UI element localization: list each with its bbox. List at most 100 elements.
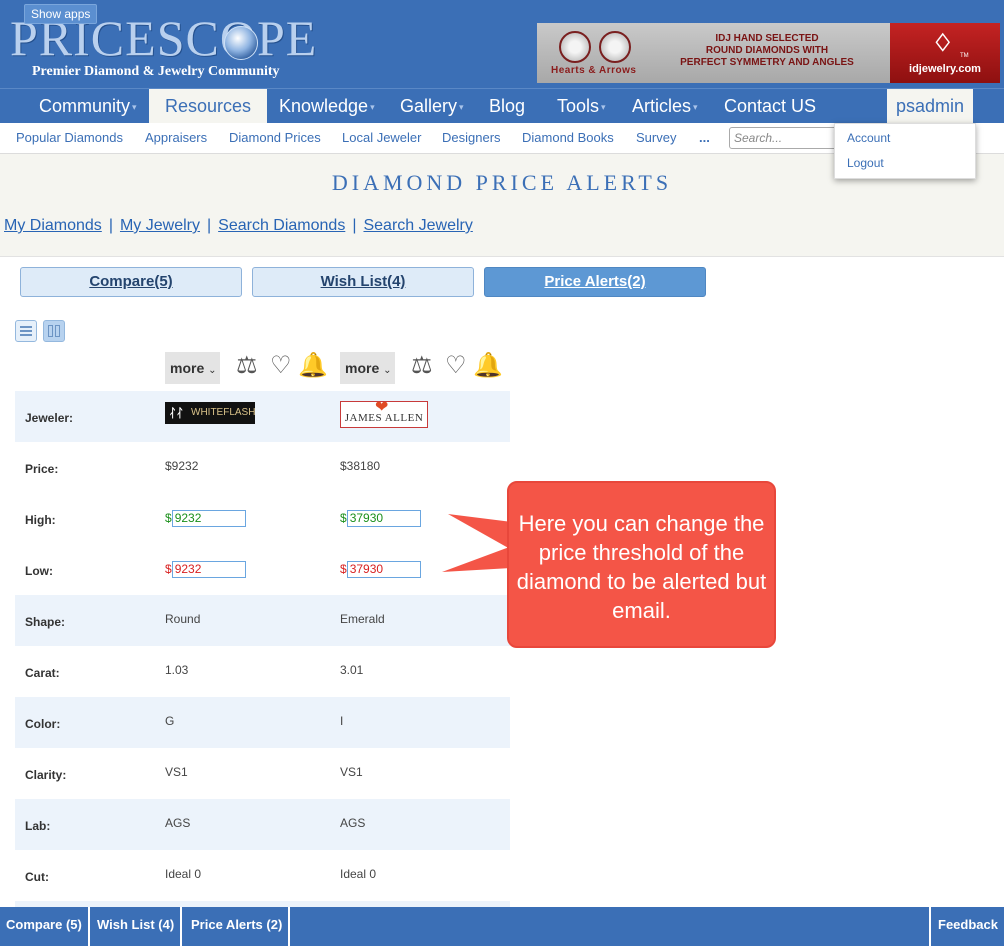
more-button[interactable]: more ⌄ — [165, 352, 220, 384]
subnav-appraisers[interactable]: Appraisers — [145, 123, 207, 153]
james-allen-logo[interactable]: ❤ JAMES ALLEN — [340, 399, 428, 428]
clarity-value: VS1 — [340, 765, 363, 779]
list-line — [20, 326, 32, 328]
subnav-popular-diamonds[interactable]: Popular Diamonds — [16, 123, 123, 153]
ad-right-panel: ♢ TM idjewelry.com — [890, 23, 1000, 83]
nav-label: Community — [39, 96, 131, 116]
link-search-jewelry[interactable]: Search Jewelry — [363, 217, 472, 234]
footer-price-alerts[interactable]: Price Alerts (2) — [185, 907, 291, 946]
menu-item-logout[interactable]: Logout — [847, 156, 884, 170]
carat-value: 3.01 — [340, 663, 364, 677]
grid-view-icon[interactable] — [43, 320, 65, 342]
color-value: G — [165, 714, 175, 728]
heart-logo-icon: ❤ — [375, 399, 389, 416]
heart-icon[interactable]: ♡ — [270, 353, 292, 379]
separator: | — [108, 217, 113, 234]
callout-tail-bottom — [442, 546, 512, 572]
table-row: Cut: Ideal 0 Ideal 0 — [15, 850, 510, 901]
chevron-down-icon: ▾ — [132, 101, 137, 112]
high-threshold-input[interactable]: 9232 — [171, 510, 246, 527]
whiteflash-logo[interactable]: ᛮᛮ WHITEFLASH — [165, 402, 255, 424]
subnav-survey[interactable]: Survey — [636, 123, 676, 153]
ad-copy: IDJ HAND SELECTED ROUND DIAMONDS WITH PE… — [657, 33, 877, 69]
shape-value: Emerald — [340, 612, 385, 626]
subnav-diamond-prices[interactable]: Diamond Prices — [229, 123, 321, 153]
more-label: more — [170, 360, 205, 376]
subnav-more[interactable]: ... — [699, 123, 710, 153]
currency-symbol: $ — [165, 511, 172, 525]
table-row: Color: G I — [15, 697, 510, 748]
menu-item-account[interactable]: Account — [847, 131, 890, 145]
row-label: Price: — [25, 462, 59, 476]
tab-price-alerts[interactable]: Price Alerts(2) — [484, 267, 706, 297]
nav-knowledge[interactable]: Knowledge ▾ — [277, 89, 377, 124]
tab-compare[interactable]: Compare(5) — [20, 267, 242, 297]
bell-icon[interactable]: 🔔 — [298, 353, 328, 379]
low-threshold: $9232 — [165, 561, 246, 579]
nav-community[interactable]: Community ▾ — [37, 89, 139, 124]
compare-scale-icon[interactable]: ⚖ — [411, 353, 433, 379]
cut-value: Ideal 0 — [165, 867, 202, 881]
list-view-icon[interactable] — [15, 320, 37, 342]
tab-wish-list[interactable]: Wish List(4) — [252, 267, 474, 297]
bell-icon[interactable]: 🔔 — [473, 353, 503, 379]
ad-hearts-arrows: Hearts & Arrows — [551, 65, 637, 76]
diamond-icon — [224, 26, 258, 60]
nav-contact[interactable]: Contact US — [722, 89, 818, 124]
main-nav: Community ▾ Resources Knowledge ▾ Gallery ▾… — [0, 88, 1004, 124]
link-my-jewelry[interactable]: My Jewelry — [120, 217, 200, 234]
nav-label: Blog — [489, 96, 526, 116]
table-row: Lab: AGS AGS — [15, 799, 510, 850]
nav-label: Articles — [632, 96, 692, 116]
low-threshold-input[interactable]: 9232 — [171, 561, 246, 578]
feedback-button[interactable]: Feedback — [929, 907, 1004, 946]
high-threshold-input[interactable]: 37930 — [346, 510, 421, 527]
grid-cell — [55, 325, 60, 337]
row-label: High: — [25, 513, 56, 527]
nav-blog[interactable]: Blog — [487, 89, 527, 124]
price-value: $9232 — [165, 459, 199, 473]
hearts-pattern-icon — [559, 31, 591, 63]
grid-cell — [48, 325, 53, 337]
subnav-local-jeweler[interactable]: Local Jeweler — [342, 123, 422, 153]
nav-articles[interactable]: Articles ▾ — [630, 89, 700, 124]
heart-icon[interactable]: ♡ — [445, 353, 467, 379]
trademark-mark: TM — [960, 53, 969, 59]
more-button[interactable]: more ⌄ — [340, 352, 395, 384]
table-row: Low: $9232 $37930 — [15, 544, 510, 595]
user-menu-button[interactable]: psadmin — [887, 89, 973, 124]
ad-line: ROUND DIAMONDS WITH — [705, 45, 829, 56]
nav-tools[interactable]: Tools ▾ — [555, 89, 608, 124]
lab-value: AGS — [340, 816, 366, 830]
low-threshold-input[interactable]: 37930 — [346, 561, 421, 578]
row-label: Lab: — [25, 819, 51, 833]
cut-value: Ideal 0 — [340, 867, 377, 881]
list-line — [20, 330, 32, 332]
footer-wish-list[interactable]: Wish List (4) — [91, 907, 183, 946]
compare-scale-icon[interactable]: ⚖ — [236, 353, 258, 379]
subnav-diamond-books[interactable]: Diamond Books — [522, 123, 614, 153]
banner-ad[interactable]: Hearts & Arrows IDJ HAND SELECTED ROUND … — [537, 23, 1000, 83]
row-label: Low: — [25, 564, 53, 578]
table-row: Carat: 1.03 3.01 — [15, 646, 510, 697]
callout-tail-top — [448, 514, 512, 550]
color-value: I — [340, 714, 344, 728]
show-apps-button[interactable]: Show apps — [24, 4, 98, 24]
search-input[interactable]: Search... — [729, 127, 837, 149]
link-search-diamonds[interactable]: Search Diamonds — [218, 217, 345, 234]
section-links: My Diamonds | My Jewelry | Search Diamonds | S… — [4, 217, 473, 235]
whiteflash-name: WHITEFLASH — [191, 407, 256, 418]
subnav-designers[interactable]: Designers — [442, 123, 501, 153]
nav-label: Contact US — [724, 96, 817, 116]
ad-line: PERFECT SYMMETRY AND ANGLES — [680, 57, 854, 68]
currency-symbol: $ — [340, 511, 347, 525]
nav-resources[interactable]: Resources — [149, 89, 268, 124]
row-label: Shape: — [25, 615, 66, 629]
ring-icon: ♢ — [932, 30, 954, 57]
link-my-diamonds[interactable]: My Diamonds — [4, 217, 102, 234]
row-label: Carat: — [25, 666, 60, 680]
annotation-callout: Here you can change the price threshold … — [507, 481, 776, 648]
footer-compare[interactable]: Compare (5) — [0, 907, 90, 946]
logo-tagline: Premier Diamond & Jewelry Community — [32, 64, 280, 79]
nav-gallery[interactable]: Gallery ▾ — [398, 89, 466, 124]
